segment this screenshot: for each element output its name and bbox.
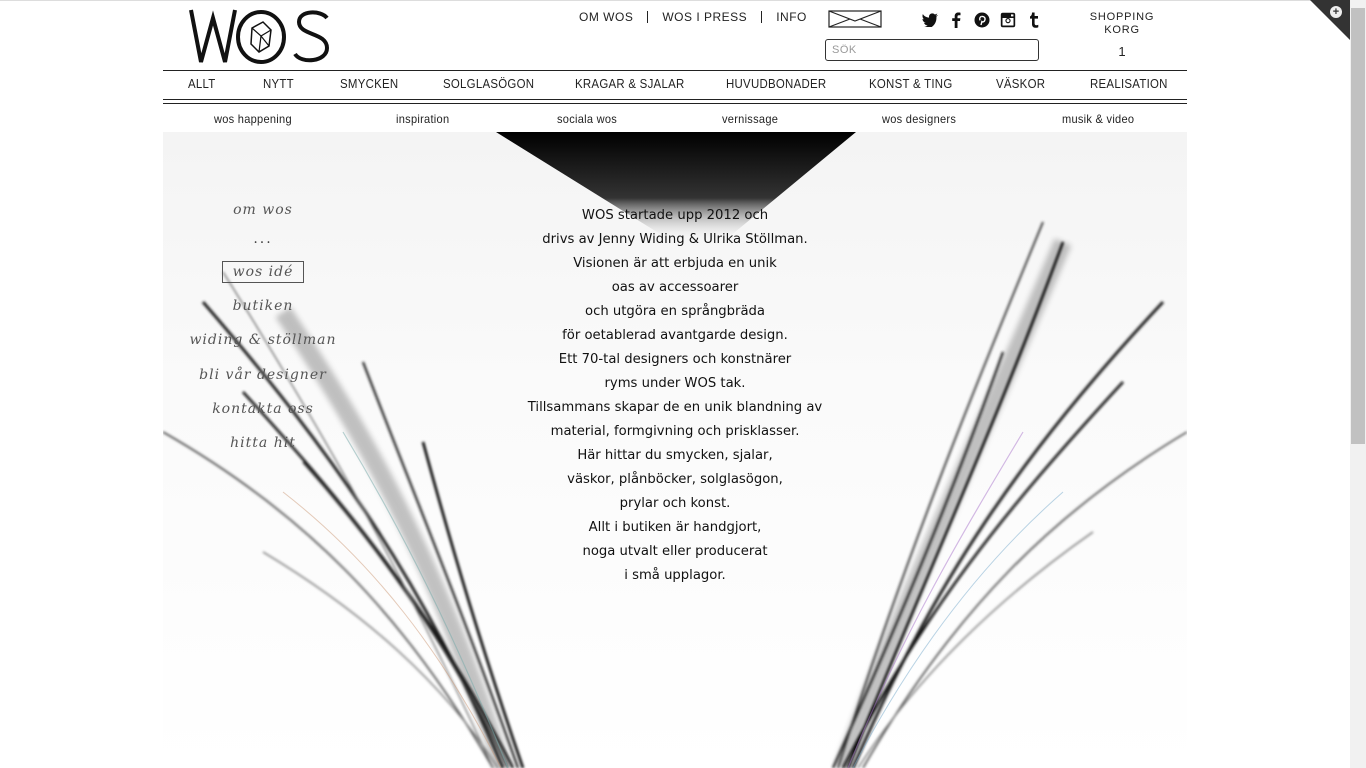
about-line: WOS startade upp 2012 och — [581, 208, 769, 223]
nav-item-kragar-sjalar[interactable]: KRAGAR & SJALAR — [575, 76, 685, 91]
sidenav-item-om-wos[interactable]: om wos — [163, 202, 363, 218]
sidenav-item-butiken[interactable]: butiken — [163, 298, 363, 314]
hero-section: om wos ... wos idé butiken widing & stöl… — [163, 132, 1187, 768]
about-line: oas av accessoarer — [611, 280, 739, 295]
main-nav: ALLT NYTT SMYCKEN SOLGLASÖGON KRAGAR & S… — [163, 71, 1187, 99]
about-text: WOS startade upp 2012 och drivs av Jenny… — [525, 204, 825, 588]
cart-label-line1: SHOPPING — [1089, 11, 1155, 23]
nav-item-nytt[interactable]: NYTT — [263, 76, 294, 91]
wos-logo[interactable] — [189, 6, 331, 66]
subnav-item-vernissage[interactable]: vernissage — [722, 112, 778, 126]
cart-count: 1 — [1118, 44, 1126, 59]
about-line: för oetablerad avantgarde design. — [562, 328, 788, 343]
tumblr-icon[interactable] — [1025, 11, 1043, 28]
sidenav-item-widing-stollman[interactable]: widing & stöllman — [163, 332, 363, 348]
subnav-item-sociala-wos[interactable]: sociala wos — [557, 112, 617, 126]
nav-item-konst-ting[interactable]: KONST & TING — [869, 76, 952, 91]
about-line: material, formgivning och prisklasser. — [550, 424, 800, 439]
about-line: drivs av Jenny Widing & Ulrika Stöllman. — [542, 232, 808, 247]
sub-nav: wos happening inspiration sociala wos ve… — [163, 104, 1187, 132]
about-line: Ett 70-tal designers och konstnärer — [558, 352, 792, 367]
sidenav-item-hitta-hit[interactable]: hitta hit — [163, 435, 363, 451]
instagram-icon[interactable] — [999, 11, 1017, 28]
cart-label-line2: KORG — [1104, 24, 1140, 36]
nav-divider-middle — [163, 99, 1187, 100]
shopping-cart[interactable]: SHOPPING KORG — [1079, 11, 1165, 37]
pinterest-icon[interactable] — [973, 11, 991, 28]
sidenav-item-wos-ide[interactable]: wos idé — [221, 261, 305, 283]
divider — [761, 11, 763, 23]
subnav-item-inspiration[interactable]: inspiration — [396, 112, 449, 126]
top-link-om-wos[interactable]: OM WOS — [579, 10, 633, 24]
top-link-wos-i-press[interactable]: WOS I PRESS — [662, 10, 747, 24]
about-line: i små upplagor. — [624, 568, 726, 583]
nav-item-smycken[interactable]: SMYCKEN — [340, 76, 398, 91]
nav-item-allt[interactable]: ALLT — [188, 76, 216, 91]
about-line: noga utvalt eller producerat — [582, 544, 768, 559]
page-container: OM WOS WOS I PRESS INFO SÖK SHOPPING KOR… — [163, 0, 1187, 768]
nav-item-vaskor[interactable]: VÄSKOR — [996, 76, 1045, 91]
corner-ribbon[interactable] — [1310, 0, 1350, 40]
about-line: ryms under WOS tak. — [604, 376, 746, 391]
search-box — [825, 39, 1039, 61]
plus-icon[interactable]: + — [1330, 6, 1342, 18]
sidenav-item-kontakta-oss[interactable]: kontakta oss — [163, 401, 363, 417]
subnav-item-wos-happening[interactable]: wos happening — [214, 112, 292, 126]
about-line: Visionen är att erbjuda en unik — [573, 256, 777, 271]
sidenav-item-bli-var-designer[interactable]: bli vår designer — [163, 367, 363, 383]
about-line: Tillsammans skapar de en unik blandning … — [527, 400, 823, 415]
nav-item-realisation[interactable]: REALISATION — [1090, 76, 1168, 91]
mail-icon[interactable] — [828, 10, 882, 28]
facebook-icon[interactable] — [947, 11, 965, 28]
subnav-item-wos-designers[interactable]: wos designers — [882, 112, 956, 126]
sidenav-ellipsis: ... — [253, 231, 273, 247]
twitter-icon[interactable] — [921, 11, 939, 28]
divider — [647, 11, 649, 23]
about-line: prylar och konst. — [619, 496, 731, 511]
scrollbar-thumb[interactable] — [1351, 8, 1365, 444]
top-links: OM WOS WOS I PRESS INFO — [579, 10, 807, 24]
about-line: Här hittar du smycken, sjalar, — [577, 448, 773, 463]
nav-item-solglasogon[interactable]: SOLGLASÖGON — [443, 76, 534, 91]
about-line: väskor, plånböcker, solglasögon, — [567, 472, 783, 487]
nav-item-huvudbonader[interactable]: HUVUDBONADER — [726, 76, 826, 91]
about-line: Allt i butiken är handgjort, — [588, 520, 762, 535]
top-link-info[interactable]: INFO — [776, 10, 807, 24]
about-line: och utgöra en språngbräda — [585, 304, 765, 319]
social-links — [921, 11, 1043, 28]
subnav-item-musik-video[interactable]: musik & video — [1062, 112, 1134, 126]
search-input[interactable] — [826, 40, 1038, 60]
